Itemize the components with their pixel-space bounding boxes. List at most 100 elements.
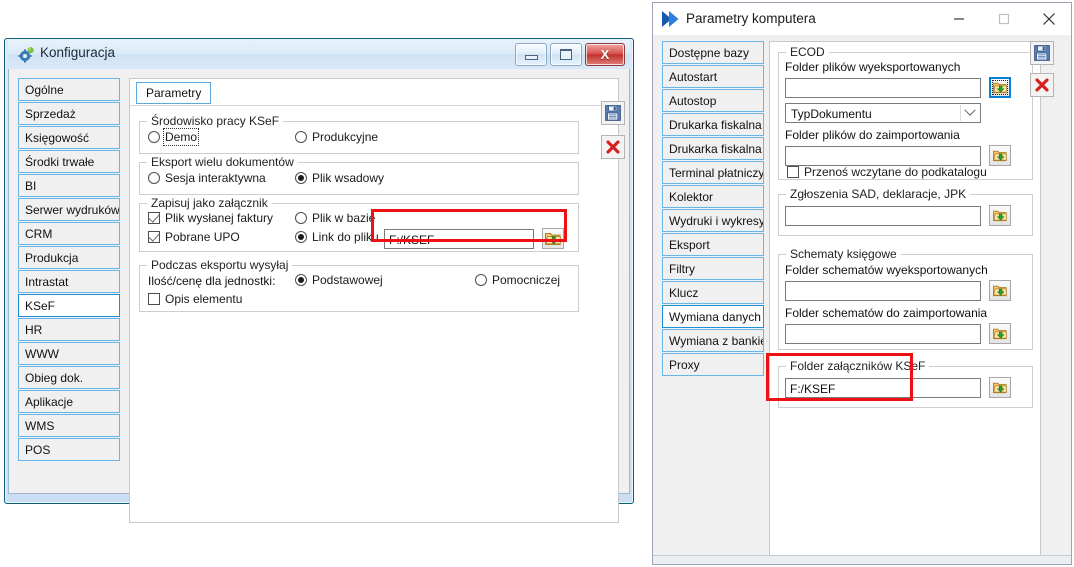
sidebar-item-www[interactable]: WWW [18,342,120,365]
sidebar-item-bi[interactable]: BI [18,174,120,197]
sidebar-item-wymiana-danych[interactable]: Wymiana danych [662,305,764,328]
checkbox-pobrane-upo-mark [148,231,160,243]
input-folder-schematow-do-zaimportowania[interactable] [785,324,981,344]
sidebar-item-dostępne-bazy[interactable]: Dostępne bazy [662,41,764,64]
sidebar-item-autostop[interactable]: Autostop [662,89,764,112]
radio-sesja-interaktywna[interactable]: Sesja interaktywna [148,171,266,185]
browse-zgloszenia-sad[interactable] [989,205,1011,226]
floppy-save-icon [605,105,621,121]
checkbox-plik-wyslanej-mark [148,212,160,224]
close-button[interactable] [1026,3,1071,35]
input-folder-plikow-wyeksportowanych[interactable] [785,78,981,98]
browse-folder-schematow-do-zaimportowania[interactable] [989,323,1011,344]
parametry-komputera-window: Parametry komputera Dostępne bazy Autost… [652,2,1072,565]
sidebar-item-label: HR [25,323,43,337]
parametry-save-button[interactable] [1030,41,1054,65]
sidebar-item-intrastat[interactable]: Intrastat [18,270,120,293]
blue-chevron-logo-icon [661,10,679,28]
sidebar-item-obieg-dok[interactable]: Obieg dok. [18,366,120,389]
floppy-save-icon [1034,45,1050,61]
radio-podstawowej[interactable]: Podstawowej [295,273,383,287]
parametry-titlebar[interactable]: Parametry komputera [653,3,1071,35]
close-button[interactable]: X [585,43,625,66]
sidebar-item-label: Dostępne bazy [669,46,750,60]
sidebar-item-autostart[interactable]: Autostart [662,65,764,88]
konfiguracja-cancel-button[interactable] [601,135,625,159]
sidebar-item-aplikacje[interactable]: Aplikacje [18,390,120,413]
group-srodowisko-pracy-ksef: Środowisko pracy KSeF Demo Produkcyjne [139,114,579,154]
sidebar-item-label: Księgowość [25,131,90,145]
sidebar-item-drukarka-fiskalna[interactable]: Drukarka fiskalna [662,113,764,136]
close-icon: X [600,47,610,62]
radio-link-do-pliku-mark [295,231,307,243]
sidebar-item-label: Produkcja [25,251,79,265]
minimize-button[interactable] [515,43,547,66]
sidebar-item-label: Ogólne [25,83,64,97]
radio-plik-w-bazie[interactable]: Plik w bazie [295,211,375,225]
sidebar-item-pos[interactable]: POS [18,438,120,461]
radio-pomocniczej-mark [475,274,487,286]
browse-folder-zalacznikow-ksef[interactable] [989,377,1011,398]
radio-link-do-pliku[interactable]: Link do pliku [295,230,379,244]
parametry-cancel-button[interactable] [1030,73,1054,97]
sidebar-item-wydruki-i-wykresy[interactable]: Wydruki i wykresy [662,209,764,232]
checkbox-plik-wyslanej-faktury[interactable]: Plik wysłanej faktury [148,211,273,225]
radio-pomocniczej[interactable]: Pomocniczej [475,273,560,287]
tab-parametry[interactable]: Parametry [136,82,212,104]
parametry-content-panel: ECOD Folder plików wyeksportowanych TypD… [769,41,1041,560]
ksef-path-browse-button[interactable] [542,228,564,249]
sidebar-item-eksport[interactable]: Eksport [662,233,764,256]
sidebar-item-księgowość[interactable]: Księgowość [18,126,120,149]
input-folder-zalacznikow-ksef[interactable]: F:/KSEF [785,378,981,398]
radio-plik-wsadowy[interactable]: Plik wsadowy [295,171,384,185]
sidebar-item-label: Środki trwałe [25,155,95,169]
radio-demo[interactable]: Demo [148,128,200,146]
sidebar-item-crm[interactable]: CRM [18,222,120,245]
browse-folder-plikow-do-zaimportowania[interactable] [989,145,1011,166]
input-folder-plikow-do-zaimportowania[interactable] [785,146,981,166]
sidebar-item-hr[interactable]: HR [18,318,120,341]
sidebar-item-filtry[interactable]: Filtry [662,257,764,280]
sidebar-item-proxy[interactable]: Proxy [662,353,764,376]
konfiguracja-save-button[interactable] [601,101,625,125]
radio-sesja-label: Sesja interaktywna [165,171,266,185]
sidebar-item-środki-trwałe[interactable]: Środki trwałe [18,150,120,173]
checkbox-opis-elementu[interactable]: Opis elementu [148,292,242,306]
red-x-cancel-icon [606,140,620,154]
sidebar-item-terminal-płatniczy[interactable]: Terminal płatniczy [662,161,764,184]
sidebar-item-label: WMS [25,419,55,433]
input-zgloszenia-sad[interactable] [785,206,981,226]
checkbox-przenos-wczytane[interactable]: Przenoś wczytane do podkatalogu [787,165,987,179]
radio-demo-label: Demo [162,128,200,146]
sidebar-item-produkcja[interactable]: Produkcja [18,246,120,269]
konfiguracja-titlebar[interactable]: Konfiguracja X [8,39,630,69]
combo-typ-dokumentu[interactable]: TypDokumentu [785,103,981,123]
sidebar-item-wms[interactable]: WMS [18,414,120,437]
sidebar-item-klucz[interactable]: Klucz [662,281,764,304]
maximize-button[interactable] [550,43,582,66]
group-zgloszenia-legend: Zgłoszenia SAD, deklaracje, JPK [786,187,971,201]
label-ilosc-cena: Ilość/cenę dla jednostki: [148,274,276,288]
radio-produkcyjne[interactable]: Produkcyjne [295,130,378,144]
ksef-path-input[interactable]: F:/KSEF [384,229,534,249]
checkbox-przenos-mark [787,166,799,178]
sidebar-item-serwer-wydruków[interactable]: Serwer wydruków [18,198,120,221]
checkbox-pobrane-upo[interactable]: Pobrane UPO [148,230,240,244]
browse-folder-plikow-wyeksportowanych[interactable] [989,77,1011,98]
maximize-button[interactable] [981,3,1026,35]
parametry-body: Dostępne bazy Autostart Autostop Drukarka f… [653,35,1071,564]
label-folder-schematow-do-zaimportowania: Folder schematów do zaimportowania [785,306,988,320]
sidebar-item-drukarka-fiskalna-2[interactable]: Drukarka fiskalna 2 [662,137,764,160]
sidebar-item-sprzedaż[interactable]: Sprzedaż [18,102,120,125]
konfiguracja-title: Konfiguracja [40,45,116,60]
radio-podstawowej-label: Podstawowej [312,273,383,287]
browse-folder-schematow-wyeksportowanych[interactable] [989,280,1011,301]
minimize-button[interactable] [936,3,981,35]
sidebar-item-kolektor[interactable]: Kolektor [662,185,764,208]
checkbox-opis-elementu-mark [148,293,160,305]
sidebar-item-label: CRM [25,227,53,241]
sidebar-item-ksef[interactable]: KSeF [18,294,120,317]
sidebar-item-wymiana-z-bankiem[interactable]: Wymiana z bankiem [662,329,764,352]
sidebar-item-ogólne[interactable]: Ogólne [18,78,120,101]
input-folder-schematow-wyeksportowanych[interactable] [785,281,981,301]
